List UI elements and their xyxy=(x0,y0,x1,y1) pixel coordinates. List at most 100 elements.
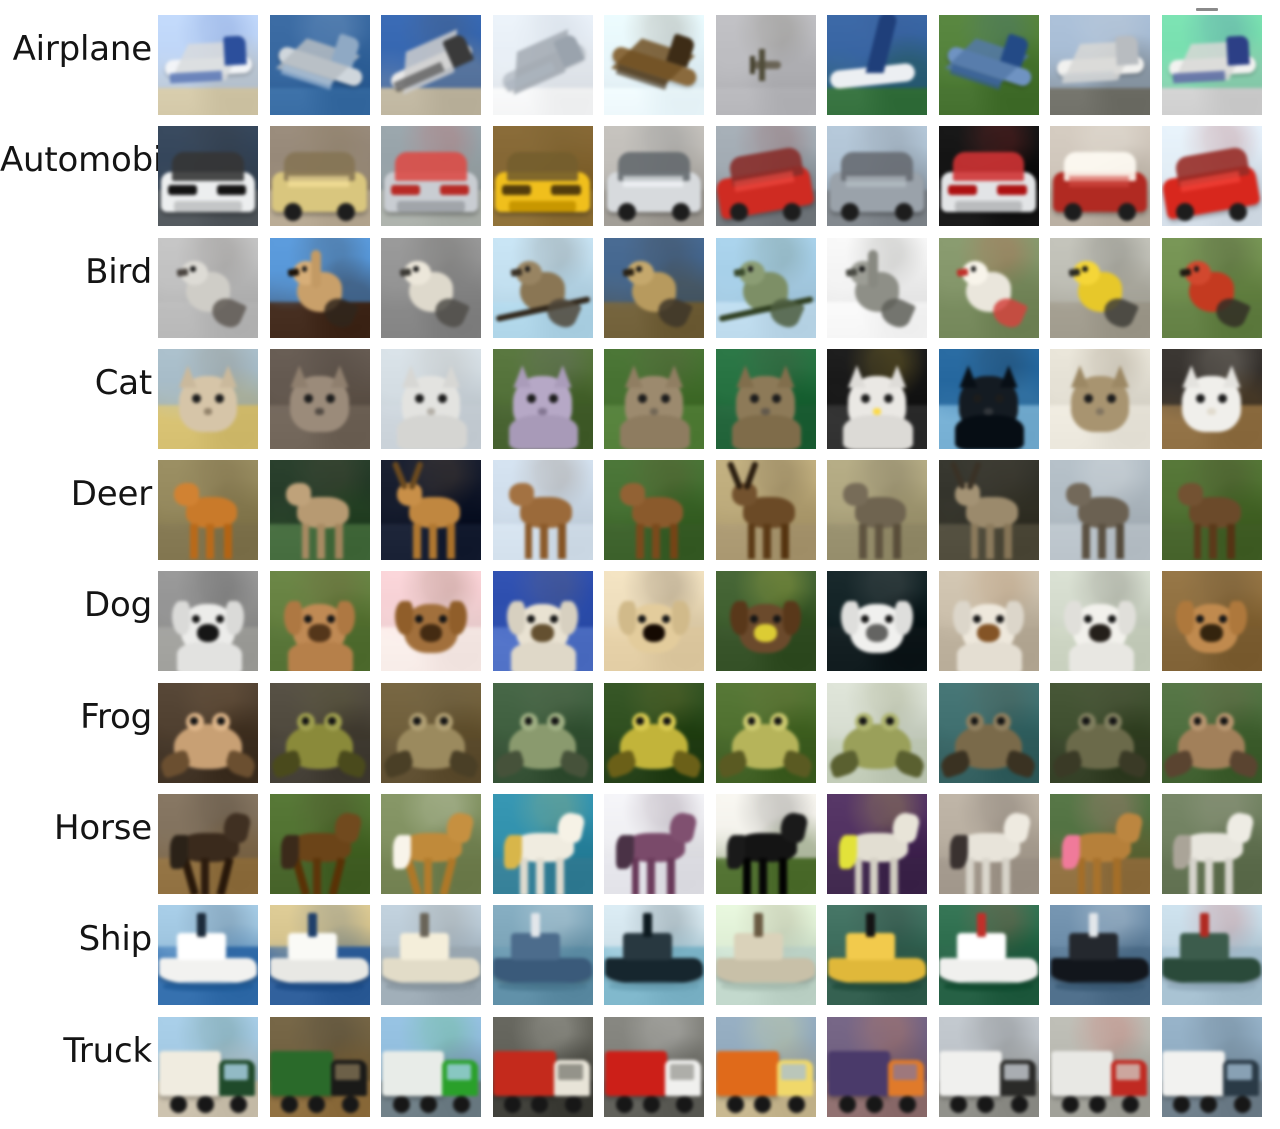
sample-thumbnail xyxy=(827,126,927,227)
sample-thumbnail xyxy=(1161,15,1262,115)
sample-thumbnail xyxy=(715,460,816,561)
sample-thumbnail xyxy=(381,1016,481,1117)
sample-thumbnail xyxy=(827,794,927,895)
sample-thumbnail xyxy=(604,571,704,672)
class-label-ship: Ship xyxy=(78,919,153,960)
sample-thumbnail xyxy=(938,571,1039,672)
sample-thumbnail xyxy=(604,682,704,783)
sample-thumbnail xyxy=(938,1016,1039,1117)
sample-thumbnail xyxy=(604,15,704,115)
sample-thumbnail xyxy=(492,682,593,783)
sample-thumbnail xyxy=(269,15,370,115)
class-row: Horse xyxy=(0,779,1280,895)
sample-thumbnail xyxy=(269,794,370,895)
sample-thumbnail xyxy=(827,571,927,672)
class-row: Frog xyxy=(0,668,1280,783)
sample-thumbnail xyxy=(715,348,816,449)
sample-row xyxy=(158,1002,1280,1117)
sample-thumbnail xyxy=(604,460,704,561)
class-label-cat: Cat xyxy=(94,362,153,403)
sample-thumbnail xyxy=(158,348,258,449)
sample-thumbnail xyxy=(827,348,927,449)
sample-thumbnail xyxy=(1050,571,1150,672)
sample-thumbnail xyxy=(269,682,370,783)
sample-thumbnail xyxy=(1050,1016,1150,1117)
sample-thumbnail xyxy=(938,905,1039,1006)
sample-thumbnail xyxy=(1161,905,1262,1006)
class-row: Ship xyxy=(0,890,1280,1006)
sample-thumbnail xyxy=(492,571,593,672)
sample-thumbnail xyxy=(715,237,816,338)
class-label-airplane: Airplane xyxy=(12,29,153,69)
sample-thumbnail xyxy=(158,1016,258,1117)
sample-thumbnail xyxy=(158,905,258,1006)
sample-thumbnail xyxy=(269,348,370,449)
sample-thumbnail xyxy=(1161,237,1262,338)
sample-thumbnail xyxy=(604,1016,704,1117)
sample-thumbnail xyxy=(1050,460,1150,561)
class-row: Cat xyxy=(0,334,1280,449)
sample-thumbnail xyxy=(938,682,1039,783)
sample-thumbnail xyxy=(492,905,593,1006)
sample-thumbnail xyxy=(1161,348,1262,449)
sample-thumbnail xyxy=(158,126,258,227)
sample-thumbnail xyxy=(492,15,593,115)
sample-thumbnail xyxy=(158,682,258,783)
sample-thumbnail xyxy=(381,682,481,783)
sample-thumbnail xyxy=(1161,460,1262,561)
sample-thumbnail xyxy=(827,682,927,783)
sample-row xyxy=(158,334,1280,449)
class-label-truck: Truck xyxy=(63,1030,152,1071)
sample-thumbnail xyxy=(604,905,704,1006)
sample-thumbnail xyxy=(381,460,481,561)
sample-thumbnail xyxy=(827,1016,927,1117)
sample-thumbnail xyxy=(715,1016,816,1117)
sample-thumbnail xyxy=(715,905,816,1006)
sample-thumbnail xyxy=(827,15,927,115)
sample-thumbnail xyxy=(938,794,1039,895)
sample-thumbnail xyxy=(1161,571,1262,672)
sample-thumbnail xyxy=(715,794,816,895)
sample-thumbnail xyxy=(1161,126,1262,227)
sample-row xyxy=(158,445,1280,561)
class-label-horse: Horse xyxy=(54,808,152,849)
sample-thumbnail xyxy=(604,237,704,338)
sample-row xyxy=(158,111,1280,227)
sample-thumbnail xyxy=(269,126,370,227)
sample-thumbnail xyxy=(938,15,1039,115)
sample-thumbnail xyxy=(604,126,704,227)
sample-thumbnail xyxy=(1050,682,1150,783)
sample-thumbnail xyxy=(381,15,481,115)
sample-thumbnail xyxy=(381,348,481,449)
sample-thumbnail xyxy=(381,126,481,227)
sample-thumbnail xyxy=(381,237,481,338)
sample-thumbnail xyxy=(1050,905,1150,1006)
sample-thumbnail xyxy=(381,571,481,672)
sample-thumbnail xyxy=(1050,126,1150,227)
sample-thumbnail xyxy=(1161,682,1262,783)
sample-thumbnail xyxy=(715,682,816,783)
sample-thumbnail xyxy=(492,126,593,227)
sample-thumbnail xyxy=(269,571,370,672)
sample-thumbnail xyxy=(269,237,370,338)
sample-thumbnail xyxy=(604,348,704,449)
sample-thumbnail xyxy=(938,348,1039,449)
sample-thumbnail xyxy=(492,460,593,561)
class-label-automobile: Automobile xyxy=(0,140,193,181)
sample-thumbnail xyxy=(158,15,258,115)
class-label-bird: Bird xyxy=(85,251,152,292)
sample-thumbnail xyxy=(604,794,704,895)
sample-thumbnail xyxy=(1161,1016,1262,1117)
sample-row xyxy=(158,668,1280,783)
sample-thumbnail xyxy=(492,237,593,338)
class-sample-grid: Airplane Automobile Bird Cat Deer Dog Frog Hors… xyxy=(0,0,1280,1117)
sample-thumbnail xyxy=(938,237,1039,338)
sample-thumbnail xyxy=(827,905,927,1006)
sample-thumbnail xyxy=(381,794,481,895)
sample-thumbnail xyxy=(938,126,1039,227)
sample-thumbnail xyxy=(158,460,258,561)
sample-row xyxy=(158,0,1280,115)
sample-row xyxy=(158,890,1280,1006)
sample-thumbnail xyxy=(938,460,1039,561)
class-row: Airplane xyxy=(0,0,1280,115)
